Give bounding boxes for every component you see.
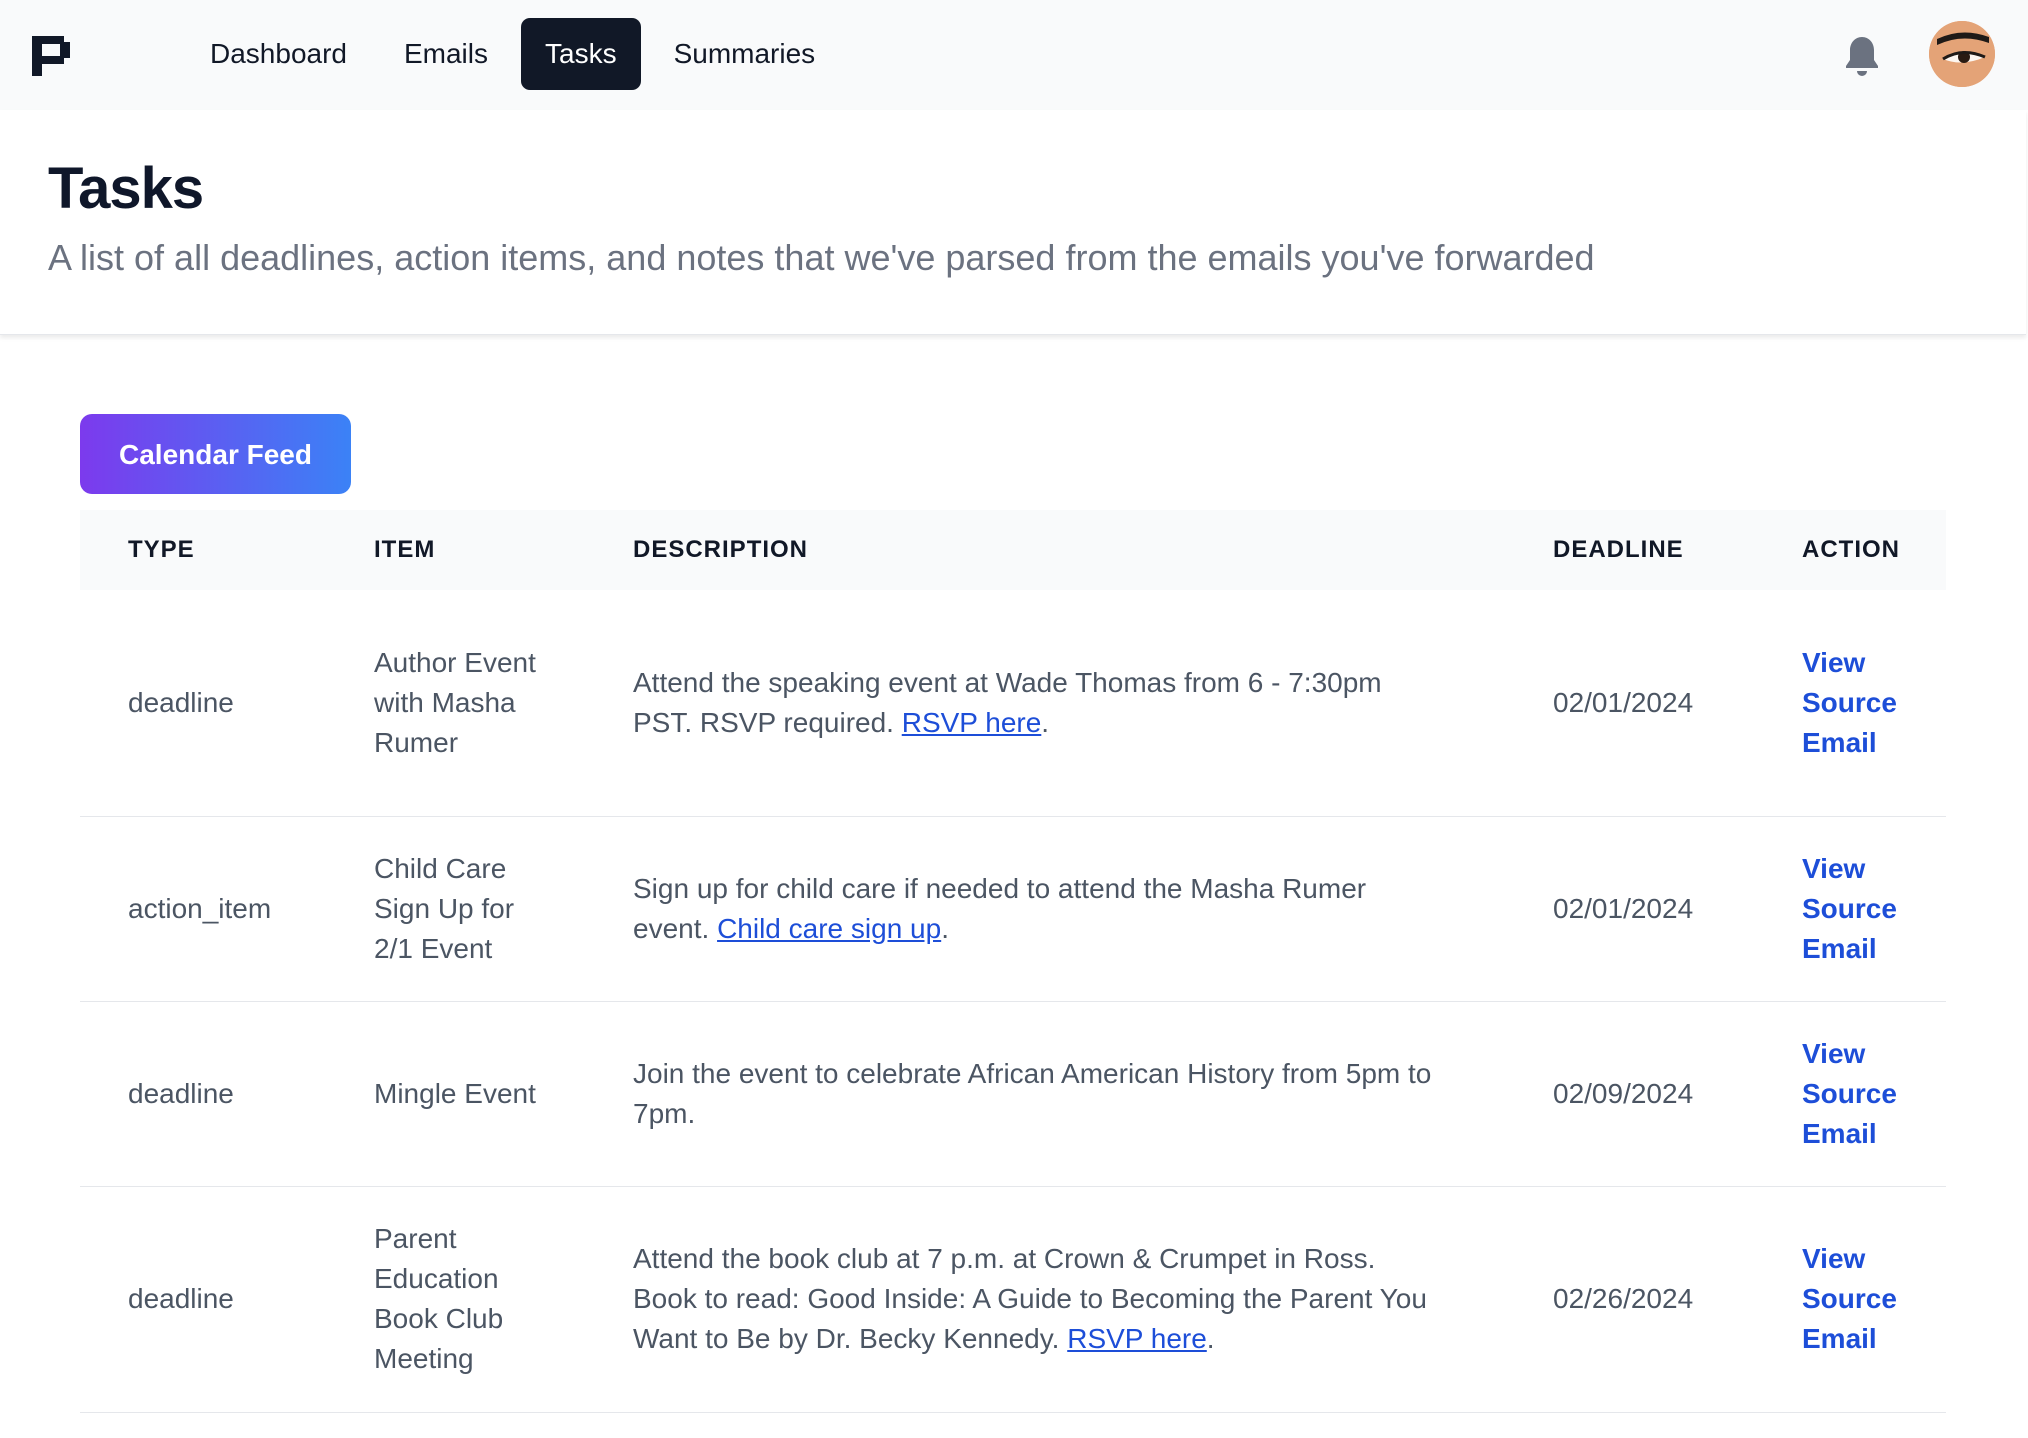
cell-description: Attend the speaking event at Wade Thomas… — [585, 590, 1505, 817]
cell-description: Join the event to celebrate African Amer… — [585, 1001, 1505, 1187]
cell-description: Attend the book club at 7 p.m. at Crown … — [585, 1186, 1505, 1413]
cell-deadline: 02/26/2024 — [1505, 1186, 1754, 1413]
cell-item: Parent Education Book Club Meeting — [326, 1186, 585, 1413]
page-subtitle: A list of all deadlines, action items, a… — [48, 237, 1595, 278]
nav-dashboard[interactable]: Dashboard — [186, 18, 371, 90]
table-row: deadline Parent Education Book Club Meet… — [80, 1186, 1946, 1413]
page-title: Tasks — [48, 156, 204, 221]
table-row: deadline Author Event with Masha Rumer A… — [80, 590, 1946, 817]
cell-type: deadline — [80, 1001, 326, 1187]
app-logo-icon[interactable] — [30, 34, 74, 78]
table-header-row: TYPE ITEM DESCRIPTION DEADLINE ACTION — [80, 510, 1946, 590]
nav-summaries[interactable]: Summaries — [650, 18, 840, 90]
cell-type: deadline — [80, 1186, 326, 1413]
cell-action: View Source Email — [1754, 816, 1946, 1002]
column-header-item: ITEM — [374, 536, 436, 563]
calendar-feed-button[interactable]: Calendar Feed — [80, 414, 351, 494]
cell-deadline: 02/01/2024 — [1505, 816, 1754, 1002]
tasks-table-container: TYPE ITEM DESCRIPTION DEADLINE ACTION de… — [80, 510, 1946, 1413]
page-header: Tasks A list of all deadlines, action it… — [0, 110, 2026, 335]
view-source-email-link[interactable]: View Source Email — [1802, 1239, 1926, 1359]
view-source-email-link[interactable]: View Source Email — [1802, 849, 1926, 969]
cell-type: deadline — [80, 590, 326, 817]
column-header-action: ACTION — [1802, 536, 1900, 563]
cell-deadline: 02/09/2024 — [1505, 1001, 1754, 1187]
tasks-table: TYPE ITEM DESCRIPTION DEADLINE ACTION de… — [80, 510, 1946, 1413]
table-row: deadline Mingle Event Join the event to … — [80, 1001, 1946, 1187]
nav-tasks[interactable]: Tasks — [521, 18, 641, 90]
description-text: Attend the book club at 7 p.m. at Crown … — [633, 1243, 1427, 1354]
cell-action: View Source Email — [1754, 590, 1946, 817]
cell-action: View Source Email — [1754, 1001, 1946, 1187]
child-care-sign-up-link[interactable]: Child care sign up — [717, 913, 941, 944]
rsvp-link[interactable]: RSVP here — [1067, 1323, 1207, 1354]
cell-description: Sign up for child care if needed to atte… — [585, 816, 1505, 1002]
rsvp-link[interactable]: RSVP here — [902, 707, 1042, 738]
cell-deadline: 02/01/2024 — [1505, 590, 1754, 817]
description-text: Join the event to celebrate African Amer… — [633, 1057, 1432, 1129]
bell-icon[interactable] — [1843, 35, 1881, 77]
view-source-email-link[interactable]: View Source Email — [1802, 1034, 1926, 1154]
avatar[interactable] — [1929, 21, 1995, 87]
nav-emails[interactable]: Emails — [380, 18, 512, 90]
cell-item: Mingle Event — [326, 1001, 585, 1187]
cell-action: View Source Email — [1754, 1186, 1946, 1413]
table-row: action_item Child Care Sign Up for 2/1 E… — [80, 816, 1946, 1002]
view-source-email-link[interactable]: View Source Email — [1802, 643, 1926, 763]
nav-links: Dashboard Emails Tasks Summaries — [186, 18, 848, 90]
cell-item: Author Event with Masha Rumer — [326, 590, 585, 817]
column-header-type: TYPE — [128, 536, 195, 563]
top-nav: Dashboard Emails Tasks Summaries — [0, 0, 2028, 110]
cell-item: Child Care Sign Up for 2/1 Event — [326, 816, 585, 1002]
column-header-deadline: DEADLINE — [1553, 536, 1684, 563]
column-header-description: DESCRIPTION — [633, 536, 809, 563]
cell-type: action_item — [80, 816, 326, 1002]
